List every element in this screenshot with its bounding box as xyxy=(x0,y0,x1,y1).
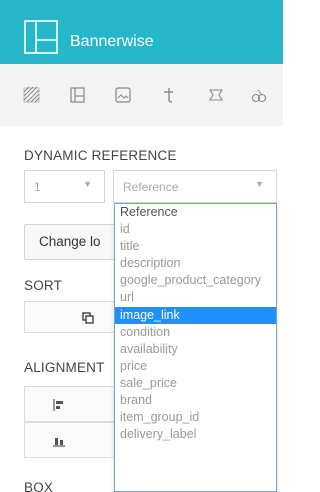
layout-icon[interactable] xyxy=(69,86,87,104)
brand-name: Bannerwise xyxy=(70,33,154,50)
chevron-down-icon: ▼ xyxy=(255,179,264,189)
index-select-value: 1 xyxy=(34,180,41,194)
sort-button[interactable] xyxy=(24,301,124,333)
dynamic-reference-title: DYNAMIC REFERENCE xyxy=(24,148,177,163)
dropdown-option[interactable]: description xyxy=(115,255,276,272)
app-header: Bannerwise xyxy=(0,0,283,64)
sort-title: SORT xyxy=(24,278,63,293)
change-logo-button[interactable]: Change lo xyxy=(24,224,124,260)
dropdown-option[interactable]: delivery_label xyxy=(115,426,276,443)
dropdown-option[interactable]: brand xyxy=(115,392,276,409)
reference-select-value: Reference xyxy=(123,180,179,194)
shape-icon[interactable] xyxy=(207,86,225,104)
pattern-icon[interactable] xyxy=(23,86,41,104)
more-icon[interactable] xyxy=(250,86,268,104)
bring-forward-icon xyxy=(82,312,94,324)
dropdown-option[interactable]: url xyxy=(115,289,276,306)
box-title: BOX xyxy=(24,480,54,492)
align-left-button[interactable] xyxy=(24,386,124,422)
align-bottom-button[interactable] xyxy=(24,422,124,458)
dropdown-option[interactable]: title xyxy=(115,238,276,255)
image-icon[interactable] xyxy=(114,86,132,104)
reference-dropdown-list: Reference id title description google_pr… xyxy=(114,203,277,492)
dropdown-option[interactable]: price xyxy=(115,358,276,375)
alignment-title: ALIGNMENT xyxy=(24,360,105,375)
dropdown-option[interactable]: condition xyxy=(115,324,276,341)
chevron-down-icon: ▼ xyxy=(83,179,92,189)
text-icon[interactable] xyxy=(160,86,178,104)
dropdown-option[interactable]: id xyxy=(115,221,276,238)
toolbar xyxy=(0,64,283,126)
dropdown-option[interactable]: Reference xyxy=(115,204,276,221)
dropdown-option-selected[interactable]: image_link xyxy=(115,306,276,324)
reference-select[interactable]: Reference ▼ xyxy=(113,170,277,203)
logo-icon xyxy=(24,20,58,54)
align-left-icon xyxy=(53,399,63,411)
dropdown-option[interactable]: google_product_category xyxy=(115,272,276,289)
dropdown-option[interactable]: item_group_id xyxy=(115,409,276,426)
dropdown-option[interactable]: availability xyxy=(115,341,276,358)
dropdown-option[interactable]: sale_price xyxy=(115,375,276,392)
index-select[interactable]: 1 ▼ xyxy=(24,170,105,203)
align-bottom-icon xyxy=(53,438,65,447)
